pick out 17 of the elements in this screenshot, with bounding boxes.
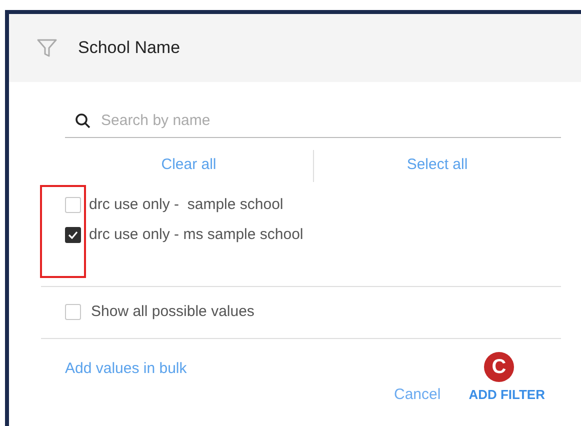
clear-all-link[interactable]: Clear all <box>161 154 216 177</box>
option-label[interactable]: drc use only - sample school <box>89 194 284 216</box>
callout-marker: C <box>484 352 514 382</box>
add-filter-button[interactable]: ADD FILTER <box>468 385 545 404</box>
show-all-label[interactable]: Show all possible values <box>91 300 254 324</box>
checked-checkbox[interactable] <box>65 227 81 244</box>
checkmark-icon <box>68 231 78 240</box>
search-field[interactable]: Search by name <box>101 110 561 132</box>
filter-icon <box>36 37 58 59</box>
checkbox[interactable] <box>65 304 81 320</box>
select-all-link[interactable]: Select all <box>406 154 468 177</box>
search-icon <box>75 113 91 130</box>
checkbox[interactable] <box>65 196 81 213</box>
dialog-title: School Name <box>78 37 180 60</box>
cancel-button[interactable]: Cancel <box>394 384 441 406</box>
add-values-in-bulk-link[interactable]: Add values in bulk <box>65 358 187 380</box>
option-label[interactable]: drc use only - ms sample school <box>89 224 304 246</box>
